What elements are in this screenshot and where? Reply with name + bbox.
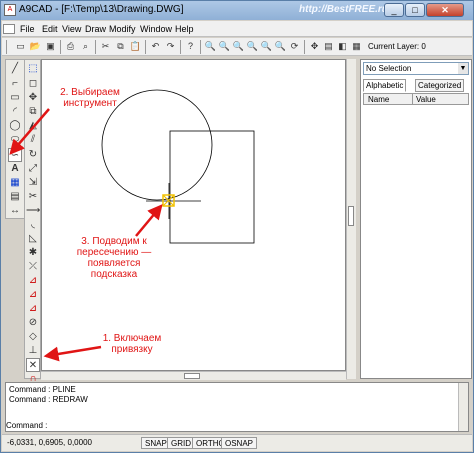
properties-panel: No Selection ▼ Alphabetic Categorized Na… (360, 59, 472, 379)
chevron-down-icon[interactable]: ▼ (458, 63, 468, 74)
annotation-step-1: 1. Включаем привязку (93, 333, 171, 355)
properties-header: Name Value (363, 93, 469, 105)
annotation-line: инструмент (63, 98, 117, 109)
status-bar: -6,0331, 0,6905, 0,0000 SNAP GRID ORTHO … (2, 434, 472, 451)
column-name: Name (368, 95, 390, 104)
annotation-line: 1. Включаем (102, 333, 162, 344)
arrow-to-intersection (135, 204, 163, 237)
annotation-line: пересечению — (76, 247, 152, 258)
command-prompt: Command : (6, 421, 48, 430)
annotation-line: 2. Выбираем (60, 87, 120, 98)
osnap-toggle[interactable]: OSNAP (221, 437, 258, 449)
annotation-step-2: 2. Выбираем инструмент (51, 87, 129, 109)
command-line: Command : PLINE (9, 385, 76, 394)
command-line: Command : REDRAW (9, 395, 88, 404)
column-value: Value (416, 95, 436, 104)
selection-dropdown[interactable]: No Selection ▼ (363, 62, 469, 75)
coordinates-readout: -6,0331, 0,6905, 0,0000 (7, 438, 92, 447)
annotation-line: подсказка (90, 269, 138, 280)
app-window: A A9CAD - [F:\Temp\13\Drawing.DWG] http:… (0, 0, 474, 453)
grid-toggle[interactable]: GRID (167, 437, 195, 449)
tab-alphabetic[interactable]: Alphabetic (363, 79, 407, 92)
command-input[interactable]: Command : (3, 421, 469, 432)
selection-value: No Selection (366, 64, 412, 73)
tab-categorized[interactable]: Categorized (415, 79, 465, 92)
arrow-to-tool (9, 108, 50, 155)
annotation-line: привязку (111, 344, 153, 355)
annotation-line: появляется (87, 258, 141, 269)
annotation-step-3: 3. Подводим к пересечению — появляется п… (69, 236, 159, 280)
column-divider (412, 94, 413, 104)
annotation-line: 3. Подводим к (81, 236, 147, 247)
